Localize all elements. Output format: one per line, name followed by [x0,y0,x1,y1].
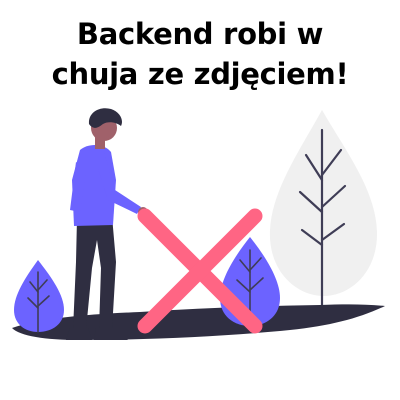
gray-tree-crown [269,110,378,297]
error-illustration [12,108,385,340]
title-line-2: chuja ze zdjęciem! [51,57,349,91]
title-line-1: Backend robi w [76,17,324,51]
person-shoe-left [66,328,92,340]
page-title: Backend robi w chuja ze zdjęciem! [0,14,400,94]
person-pants [73,216,116,330]
person [66,108,148,340]
blue-tree-left-crown [14,260,64,332]
error-page: Backend robi w chuja ze zdjęciem! [0,0,400,400]
blue-tree-left [14,260,64,333]
gray-tree [269,110,378,310]
